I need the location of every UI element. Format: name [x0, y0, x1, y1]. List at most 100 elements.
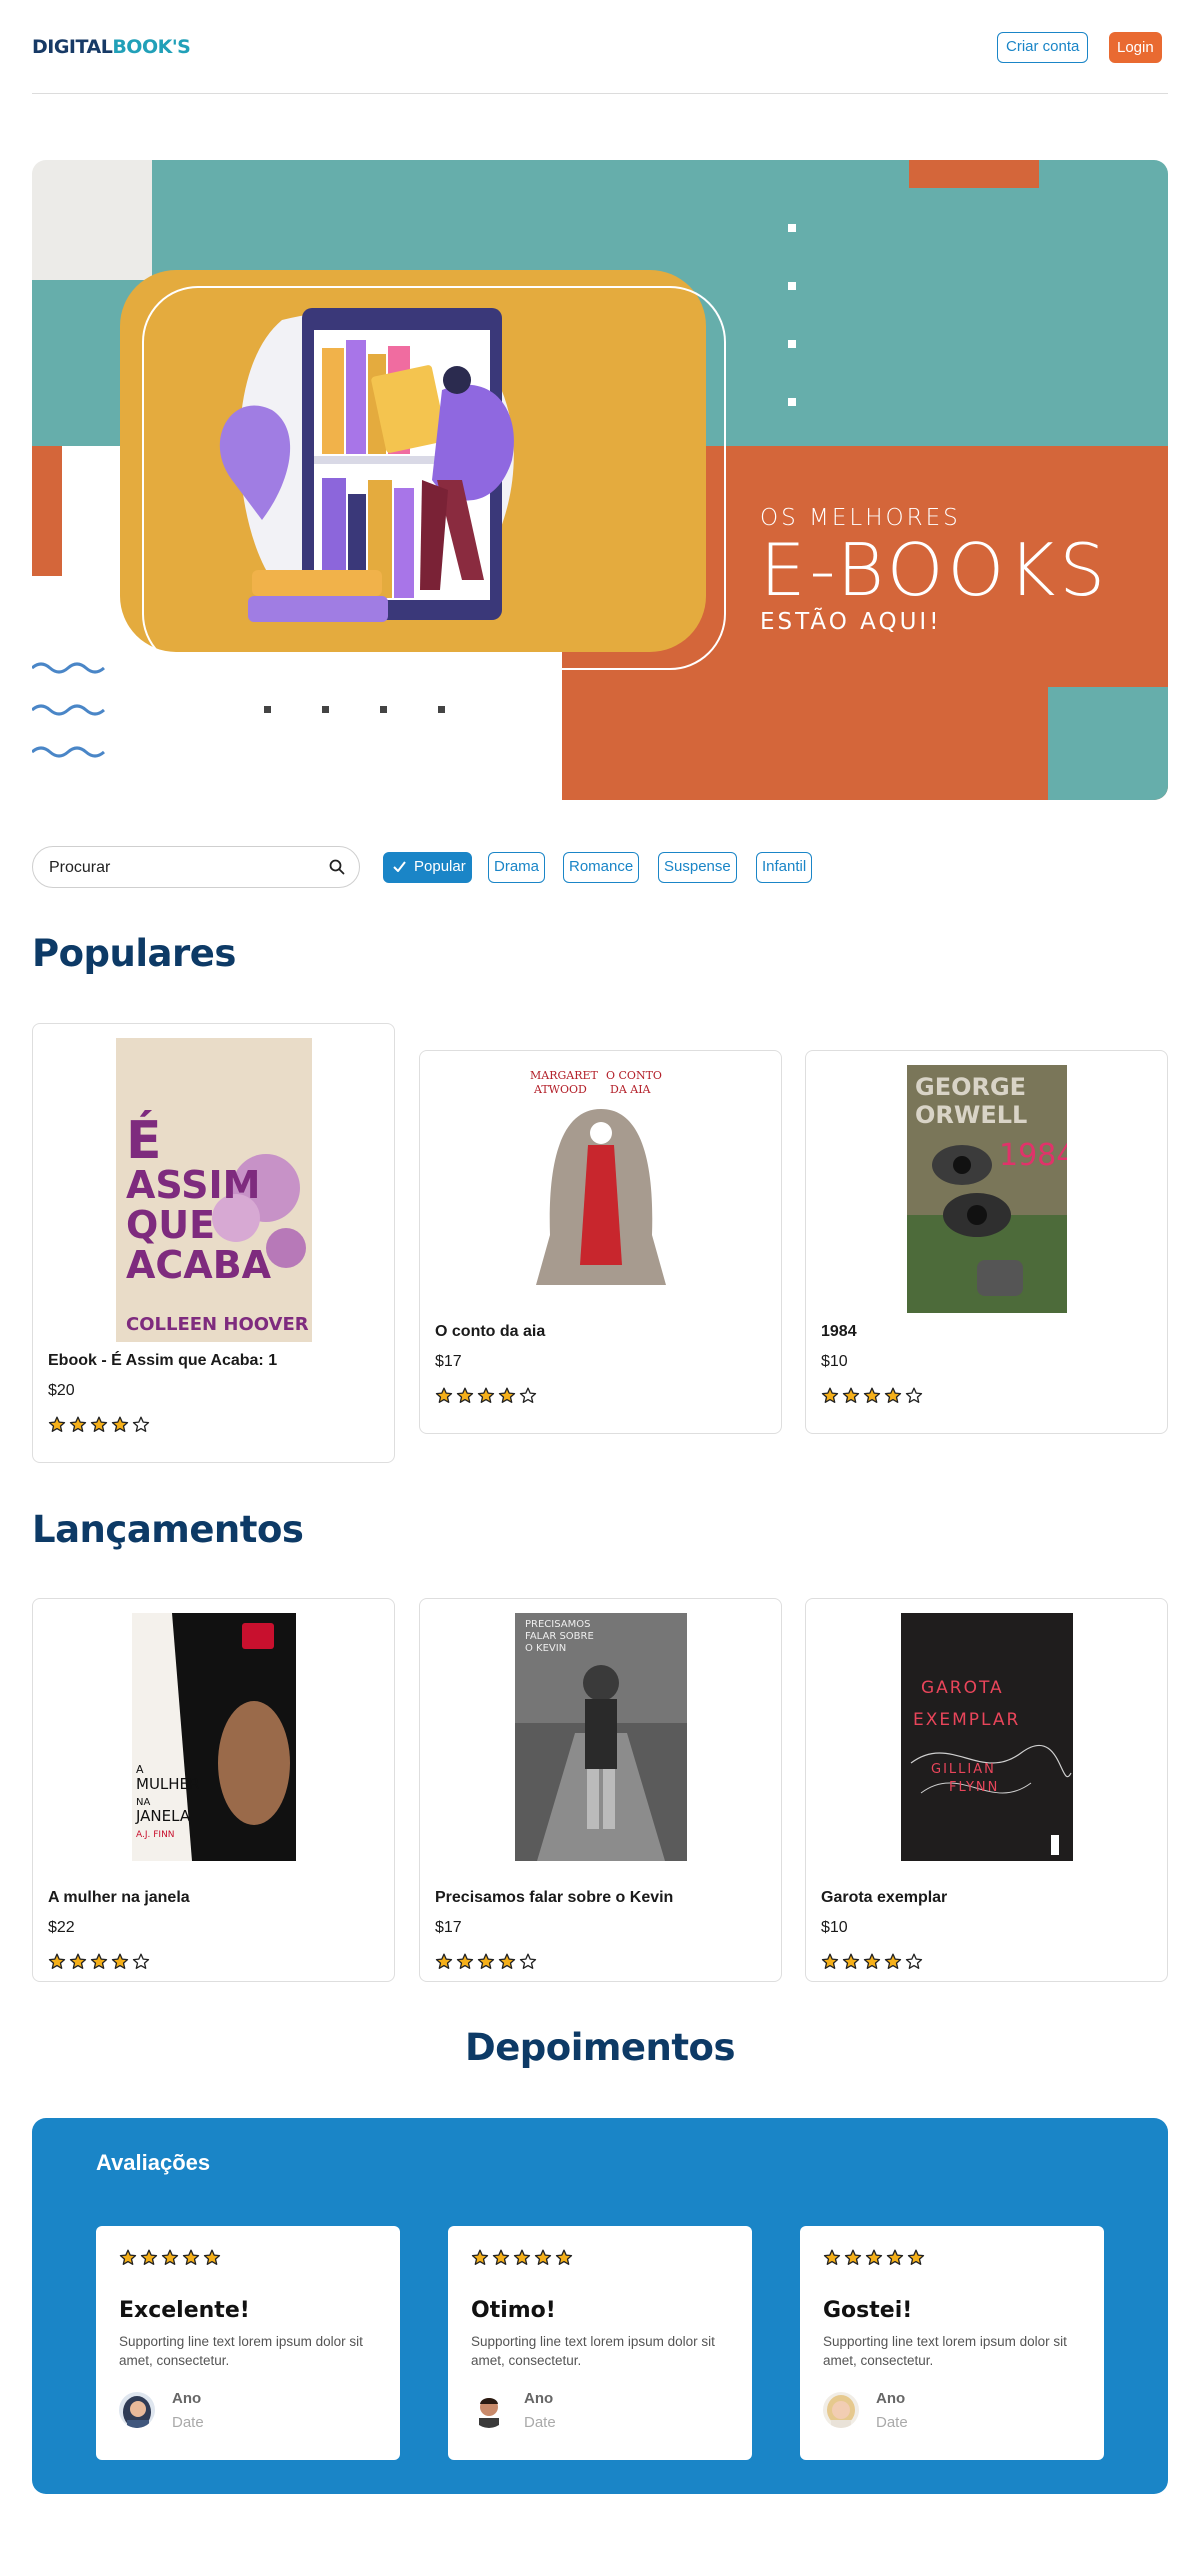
svg-text:FALAR SOBRE: FALAR SOBRE: [525, 1631, 594, 1642]
book-title[interactable]: Ebook - É Assim que Acaba: 1: [48, 1352, 277, 1370]
book-cover[interactable]: A MULHER NA JANELA A.J. FINN: [131, 1613, 296, 1861]
avatar: [823, 2392, 859, 2428]
book-title[interactable]: Precisamos falar sobre o Kevin: [435, 1889, 673, 1907]
cover-art: A MULHER NA JANELA A.J. FINN: [131, 1613, 296, 1861]
hero-line2: E-BOOKS: [760, 528, 1110, 612]
star-filled-icon: [821, 1953, 839, 1969]
rating-stars: [821, 1953, 923, 1971]
avatar: [471, 2392, 507, 2428]
star-filled-icon: [111, 1416, 129, 1432]
search-input[interactable]: [49, 856, 319, 880]
svg-text:MULHER: MULHER: [136, 1775, 199, 1793]
star-filled-icon: [435, 1953, 453, 1969]
star-filled-icon: [477, 1387, 495, 1403]
testimonial-author: Ano: [172, 2390, 202, 2407]
dots-horizontal-decoration: [264, 706, 445, 713]
star-filled-icon: [842, 1953, 860, 1969]
svg-text:EXEMPLAR: EXEMPLAR: [913, 1710, 1020, 1730]
book-cover[interactable]: GEORGE ORWELL 1984: [906, 1065, 1067, 1313]
rating-stars: [48, 1953, 150, 1971]
star-filled-icon: [821, 1387, 839, 1403]
create-account-button[interactable]: Criar conta: [997, 32, 1089, 63]
hero-block-orange-top: [909, 160, 1039, 188]
testimonial-card: Excelente! Supporting line text lorem ip…: [96, 2226, 400, 2460]
svg-text:COLLEEN HOOVER: COLLEEN HOOVER: [126, 1314, 309, 1335]
book-cover[interactable]: É ASSIM QUE ACABA COLLEEN HOOVER: [115, 1038, 312, 1342]
star-filled-icon: [435, 1387, 453, 1403]
testimonial-date: Date: [172, 2414, 204, 2431]
book-title[interactable]: Garota exemplar: [821, 1889, 947, 1907]
rating-stars: [823, 2249, 925, 2267]
svg-text:QUE: QUE: [126, 1203, 215, 1247]
book-cover[interactable]: GAROTA EXEMPLAR GILLIAN FLYNN: [900, 1613, 1073, 1861]
star-filled-icon: [513, 2249, 531, 2265]
star-filled-icon: [471, 2249, 489, 2265]
book-title[interactable]: A mulher na janela: [48, 1889, 190, 1907]
avatar: [119, 2392, 155, 2428]
book-card[interactable]: GEORGE ORWELL 1984 1984 $10: [805, 1050, 1168, 1434]
cover-art: É ASSIM QUE ACABA COLLEEN HOOVER: [115, 1038, 312, 1342]
book-price: $20: [48, 1382, 75, 1399]
svg-text:DA AIA: DA AIA: [610, 1083, 652, 1096]
star-filled-icon: [498, 1953, 516, 1969]
testimonials-panel-title: Avaliações: [96, 2150, 211, 2175]
hero-block-grey: [32, 160, 152, 280]
svg-text:ASSIM: ASSIM: [126, 1163, 260, 1207]
book-price: $10: [821, 1919, 848, 1936]
book-card[interactable]: MARGARET O CONTO ATWOOD DA AIA O conto d…: [419, 1050, 782, 1434]
star-filled-icon: [161, 2249, 179, 2265]
rating-stars: [821, 1387, 923, 1405]
book-title[interactable]: O conto da aia: [435, 1323, 545, 1341]
filter-chip-infantil[interactable]: Infantil: [756, 852, 813, 883]
logo[interactable]: DIGITALBOOK'S: [32, 36, 191, 58]
search-icon[interactable]: [329, 859, 345, 875]
hero-block-orange-left: [32, 446, 62, 576]
hero-block-teal-corner: [1048, 687, 1168, 800]
testimonial-card: Gostei! Supporting line text lorem ipsum…: [800, 2226, 1104, 2460]
star-filled-icon: [865, 2249, 883, 2265]
site-header: DIGITALBOOK'S Criar conta Login: [32, 30, 1168, 94]
star-filled-icon: [844, 2249, 862, 2265]
book-price: $17: [435, 1919, 462, 1936]
book-cover[interactable]: PRECISAMOS FALAR SOBRE O KEVIN: [514, 1613, 687, 1861]
testimonial-author: Ano: [524, 2390, 554, 2407]
hero-line3: ESTÃO AQUI!: [760, 609, 942, 635]
avatar-image: [823, 2392, 859, 2428]
logo-part1: DIGITAL: [32, 36, 113, 58]
svg-text:MARGARET: MARGARET: [530, 1069, 599, 1082]
testimonial-body: Supporting line text lorem ipsum dolor s…: [471, 2334, 715, 2368]
svg-text:A.J. FINN: A.J. FINN: [136, 1830, 175, 1840]
book-card[interactable]: A MULHER NA JANELA A.J. FINN A mulher na…: [32, 1598, 395, 1982]
login-button[interactable]: Login: [1109, 32, 1162, 63]
star-empty-icon: [519, 1953, 537, 1969]
search-box[interactable]: [32, 846, 360, 888]
rating-stars: [435, 1953, 537, 1971]
svg-text:JANELA: JANELA: [135, 1807, 191, 1825]
star-empty-icon: [132, 1416, 150, 1432]
svg-text:GEORGE: GEORGE: [915, 1073, 1026, 1101]
reading-person-illustration: [219, 308, 514, 622]
filter-chip-popular[interactable]: Popular: [383, 852, 472, 883]
filter-chip-suspense[interactable]: Suspense: [658, 852, 737, 883]
star-filled-icon: [534, 2249, 552, 2265]
star-empty-icon: [905, 1387, 923, 1403]
star-filled-icon: [456, 1953, 474, 1969]
book-card[interactable]: GAROTA EXEMPLAR GILLIAN FLYNN Garota exe…: [805, 1598, 1168, 1982]
rating-stars: [119, 2249, 221, 2267]
book-card[interactable]: É ASSIM QUE ACABA COLLEEN HOOVER Ebook -…: [32, 1023, 395, 1463]
svg-text:O CONTO: O CONTO: [606, 1069, 662, 1082]
star-filled-icon: [863, 1953, 881, 1969]
svg-text:1984: 1984: [999, 1138, 1067, 1173]
book-card[interactable]: PRECISAMOS FALAR SOBRE O KEVIN Precisamo…: [419, 1598, 782, 1982]
cover-art: GEORGE ORWELL 1984: [906, 1065, 1067, 1313]
rating-stars: [435, 1387, 537, 1405]
filter-chip-romance[interactable]: Romance: [563, 852, 640, 883]
star-filled-icon: [48, 1416, 66, 1432]
star-filled-icon: [842, 1387, 860, 1403]
book-title[interactable]: 1984: [821, 1323, 857, 1341]
book-cover[interactable]: MARGARET O CONTO ATWOOD DA AIA: [525, 1065, 676, 1315]
book-price: $10: [821, 1353, 848, 1370]
wave-decoration: [32, 662, 105, 758]
filter-chip-drama[interactable]: Drama: [488, 852, 546, 883]
star-filled-icon: [886, 2249, 904, 2265]
